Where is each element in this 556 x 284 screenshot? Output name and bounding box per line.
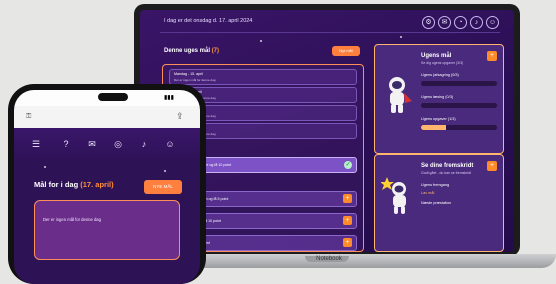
- empty-text: Der er ingen mål for denne dag: [43, 217, 101, 222]
- dynamic-island: [98, 93, 128, 101]
- new-goal-button[interactable]: Nyt mål: [332, 46, 360, 56]
- goal-progress-bar: [421, 103, 497, 108]
- progress-item[interactable]: Lav mål: [421, 191, 434, 195]
- goal-label: Ugens opgaver (1/3): [421, 117, 456, 121]
- new-goal-button[interactable]: NYE MÅL: [144, 180, 182, 194]
- status-bar: ▮▮▮: [14, 90, 200, 106]
- laptop-label: Notebook: [316, 256, 342, 262]
- add-icon[interactable]: +: [343, 216, 352, 225]
- bell-icon[interactable]: ♪: [470, 16, 483, 29]
- user-icon[interactable]: ☺: [486, 16, 499, 29]
- day-title: Mandag - 15. april: [174, 72, 203, 76]
- goal-label: Ugens læsing (0/3): [421, 95, 454, 99]
- chart-icon[interactable]: ◔: [454, 16, 467, 29]
- target-icon[interactable]: ◎: [112, 138, 124, 150]
- astronaut-star-icon: [381, 177, 406, 214]
- weekly-goals-card: Ugens mål Se dig ugens opgaver (3/3) + U…: [374, 44, 504, 154]
- progress-card: Se dine fremskridt Godt gået - du kan se…: [374, 154, 504, 252]
- card-subtitle: Se dig ugens opgaver (3/3): [421, 61, 464, 65]
- card-title: Ugens mål: [421, 53, 452, 59]
- goal-progress-fill: [421, 125, 447, 130]
- add-icon[interactable]: +: [487, 161, 497, 171]
- goal-progress-bar: [421, 81, 497, 86]
- page-title-text: Mål for i dag: [34, 180, 79, 189]
- help-icon[interactable]: ?: [60, 138, 72, 150]
- mail-icon[interactable]: ✉: [86, 138, 98, 150]
- top-bar: I dag er det onsdag d. 17. april 2024 ⚙ …: [140, 10, 514, 32]
- url-bar[interactable]: ⚿ ⇪: [14, 106, 200, 129]
- week-number: (7): [211, 48, 220, 54]
- goal-label: Ugens (afsagring (0/3): [421, 73, 459, 77]
- bell-icon[interactable]: ♪: [138, 138, 150, 150]
- card-subtitle: Godt gået - du kan se fremskridt: [421, 171, 471, 175]
- astronaut-icon: [389, 77, 412, 113]
- day-row[interactable]: Mandag - 15. april Der er ingen mål for …: [169, 69, 357, 85]
- signal-icon: ▮▮▮: [164, 95, 174, 101]
- key-icon[interactable]: ⚿: [26, 113, 31, 121]
- goal-progress-bar: [421, 125, 497, 130]
- card-title: Se dine fremskridt: [421, 163, 474, 169]
- empty-goals-box: Der er ingen mål for denne dag: [34, 200, 180, 260]
- phone-nav: ☰ ? ✉ ◎ ♪ ☺: [14, 128, 200, 158]
- phone-screen: ▮▮▮ ⚿ ⇪ ☰ ? ✉ ◎ ♪ ☺ Mål for i dag (17. a…: [14, 90, 200, 284]
- divider: [160, 32, 500, 33]
- share-icon[interactable]: ⇪: [176, 111, 184, 122]
- date-text: I dag er det onsdag d. 17. april 2024: [164, 18, 253, 24]
- week-title: Denne uges mål (7): [164, 48, 219, 54]
- check-icon[interactable]: ✓: [344, 161, 352, 169]
- menu-icon[interactable]: ☰: [30, 138, 42, 150]
- gear-icon[interactable]: ⚙: [422, 16, 435, 29]
- page-title-date: (17. april): [80, 180, 114, 189]
- page-title: Mål for i dag (17. april): [34, 180, 114, 189]
- add-icon[interactable]: +: [343, 194, 352, 203]
- progress-item[interactable]: Ugens fremgang: [421, 183, 449, 187]
- add-icon[interactable]: +: [343, 238, 352, 247]
- week-title-text: Denne uges mål: [164, 48, 211, 54]
- user-icon[interactable]: ☺: [164, 138, 176, 150]
- day-sub: Der er ingen mål for denne dag: [174, 78, 216, 82]
- add-icon[interactable]: +: [487, 51, 497, 61]
- progress-item[interactable]: Næste præstation: [421, 201, 451, 205]
- mail-icon[interactable]: ✉: [438, 16, 451, 29]
